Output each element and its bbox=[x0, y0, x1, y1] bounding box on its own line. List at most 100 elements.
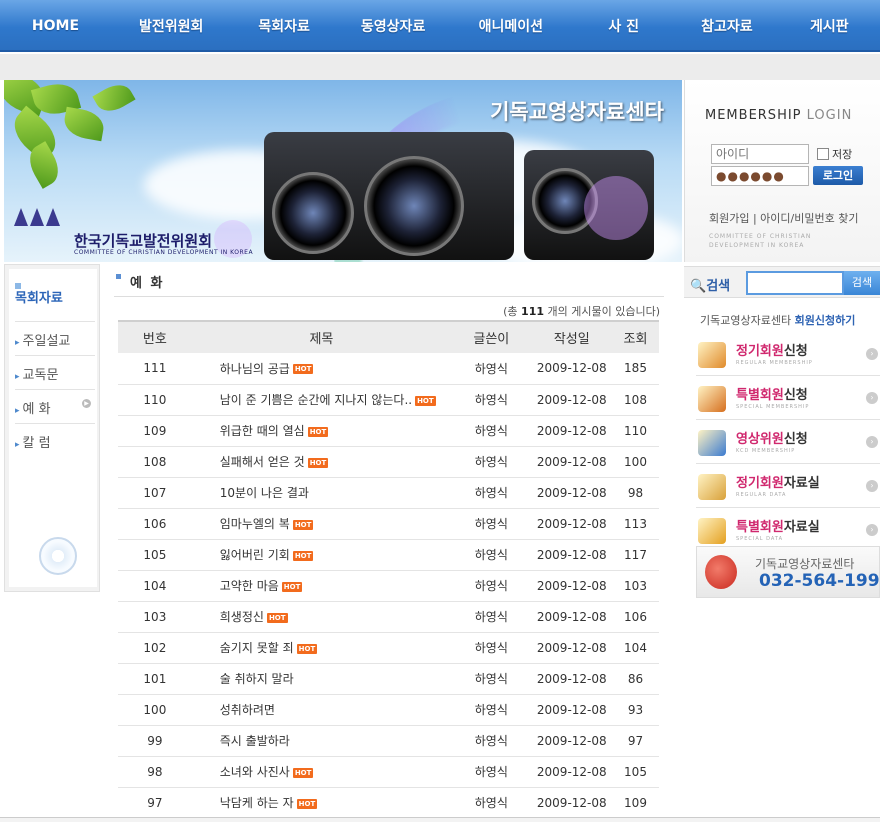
cell-date: 2009-12-08 bbox=[531, 415, 613, 447]
id-input[interactable] bbox=[711, 144, 809, 164]
sidebar-item-sermon[interactable]: 주일설교 bbox=[15, 321, 95, 351]
table-row[interactable]: 107 10분이 나은 결과 하영식 2009-12-08 98 bbox=[118, 477, 659, 509]
cell-views: 110 bbox=[612, 415, 659, 447]
board-table: 번호 제목 글쓴이 작성일 조회 111 하나님의 공급 HOT 하영식 2009-12-08 1… bbox=[118, 320, 659, 819]
cell-date: 2009-12-08 bbox=[531, 570, 613, 602]
cell-title[interactable]: 즉시 출발하라 bbox=[191, 725, 452, 757]
sidebar-item-column[interactable]: 칼 럼 bbox=[15, 423, 95, 453]
nav-item[interactable]: 목회자료 bbox=[231, 16, 336, 36]
nav-item[interactable]: 게시판 bbox=[779, 16, 880, 36]
table-row[interactable]: 101 술 취하지 말라 하영식 2009-12-08 86 bbox=[118, 663, 659, 695]
cell-views: 86 bbox=[612, 663, 659, 695]
board-title: 예 화 bbox=[116, 272, 164, 291]
search-box: 🔍검색 검색 bbox=[684, 266, 880, 298]
table-row[interactable]: 97 낙담케 하는 자 HOT 하영식 2009-12-08 109 bbox=[118, 787, 659, 819]
login-button[interactable]: 로그인 bbox=[813, 166, 863, 185]
cell-author: 하영식 bbox=[451, 353, 532, 385]
table-row[interactable]: 110 남이 준 기쁨은 순간에 지나지 않는다.. HOT 하영식 2009-12-0… bbox=[118, 384, 659, 416]
contact-number: 032-564-1991 bbox=[759, 571, 880, 591]
arrow-right-icon: › bbox=[866, 524, 878, 536]
telephone-icon bbox=[705, 555, 737, 589]
hot-badge: HOT bbox=[296, 643, 318, 654]
sidebar-item-illustrations[interactable]: 예 화▶ bbox=[15, 389, 95, 419]
password-input[interactable]: ●●●●●● bbox=[711, 166, 809, 186]
table-row[interactable]: 103 희생정신 HOT 하영식 2009-12-08 106 bbox=[118, 601, 659, 633]
table-row[interactable]: 100 성취하려면 하영식 2009-12-08 93 bbox=[118, 694, 659, 726]
cell-author: 하영식 bbox=[451, 787, 532, 819]
table-row[interactable]: 111 하나님의 공급 HOT 하영식 2009-12-08 185 bbox=[118, 353, 659, 385]
apply-link[interactable]: 회원신청하기 bbox=[795, 314, 856, 327]
column-header: 글쓴이 bbox=[451, 320, 532, 353]
table-row[interactable]: 99 즉시 출발하라 하영식 2009-12-08 97 bbox=[118, 725, 659, 757]
cell-title[interactable]: 성취하려면 bbox=[191, 694, 452, 726]
column-header: 작성일 bbox=[531, 320, 613, 353]
cell-title[interactable]: 임마누엘의 복 HOT bbox=[191, 508, 452, 540]
logo-korean-name: 한국기독교발전위원회 bbox=[74, 232, 213, 250]
nav-item[interactable]: 애니메이션 bbox=[450, 16, 572, 36]
cell-author: 하영식 bbox=[451, 446, 532, 478]
cell-title[interactable]: 고약한 마음 HOT bbox=[191, 570, 452, 602]
cell-no: 106 bbox=[118, 508, 192, 540]
cell-author: 하영식 bbox=[451, 725, 532, 757]
membership-menu-item[interactable]: 영상위원신청 KCD MEMBERSHIP › bbox=[696, 424, 880, 464]
hot-badge: HOT bbox=[266, 612, 288, 623]
nav-item[interactable]: 동영상자료 bbox=[337, 16, 450, 36]
menu-sub: REGULAR MEMBERSHIP bbox=[736, 360, 813, 366]
cell-title[interactable]: 숨기지 못할 죄 HOT bbox=[191, 632, 452, 664]
membership-icon bbox=[698, 430, 726, 456]
cell-author: 하영식 bbox=[451, 508, 532, 540]
cell-views: 98 bbox=[612, 477, 659, 509]
cell-no: 108 bbox=[118, 446, 192, 478]
nav-list: HOME 발전위원회 목회자료 동영상자료 애니메이션 사 진 참고자료 게시판 bbox=[0, 0, 880, 52]
nav-item[interactable]: 발전위원회 bbox=[111, 16, 232, 36]
account-links[interactable]: 회원가입 | 아이디/비밀번호 찾기 bbox=[709, 210, 858, 226]
search-input[interactable] bbox=[746, 271, 844, 295]
membership-menu-item[interactable]: 정기회원자료실 REGULAR DATA › bbox=[696, 468, 880, 508]
table-row[interactable]: 108 실패해서 얻은 것 HOT 하영식 2009-12-08 100 bbox=[118, 446, 659, 478]
cell-author: 하영식 bbox=[451, 415, 532, 447]
hot-badge: HOT bbox=[292, 519, 314, 530]
nav-item[interactable]: HOME bbox=[0, 18, 111, 34]
logo-english-name: COMMITTEE OF CHRISTIAN DEVELOPMENT IN KO… bbox=[74, 249, 254, 256]
table-row[interactable]: 106 임마누엘의 복 HOT 하영식 2009-12-08 113 bbox=[118, 508, 659, 540]
cell-title[interactable]: 10분이 나은 결과 bbox=[191, 477, 452, 509]
table-row[interactable]: 98 소녀와 사진사 HOT 하영식 2009-12-08 105 bbox=[118, 756, 659, 788]
table-row[interactable]: 109 위급한 때의 열심 HOT 하영식 2009-12-08 110 bbox=[118, 415, 659, 447]
sidebar-item-responsive-reading[interactable]: 교독문 bbox=[15, 355, 95, 385]
nav-item[interactable]: 참고자료 bbox=[675, 16, 778, 36]
cell-no: 109 bbox=[118, 415, 192, 447]
cell-title[interactable]: 위급한 때의 열심 HOT bbox=[191, 415, 452, 447]
cell-title[interactable]: 실패해서 얻은 것 HOT bbox=[191, 446, 452, 478]
cell-title[interactable]: 잃어버린 기회 HOT bbox=[191, 539, 452, 571]
login-title: MEMBERSHIP LOGIN bbox=[705, 108, 853, 123]
cell-title[interactable]: 술 취하지 말라 bbox=[191, 663, 452, 695]
cell-author: 하영식 bbox=[451, 694, 532, 726]
hot-badge: HOT bbox=[307, 457, 329, 468]
kcd-logo[interactable]: 한국기독교발전위원회 COMMITTEE OF CHRISTIAN DEVELO… bbox=[14, 208, 253, 256]
membership-menu-item[interactable]: 정기회원신청 REGULAR MEMBERSHIP › bbox=[696, 336, 880, 376]
cell-title[interactable]: 소녀와 사진사 HOT bbox=[191, 756, 452, 788]
login-english-caption: COMMITTEE OF CHRISTIAN DEVELOPMENT IN KOR… bbox=[709, 233, 812, 249]
menu-sub: KCD MEMBERSHIP bbox=[736, 448, 796, 454]
hot-badge: HOT bbox=[307, 426, 329, 437]
membership-menu-item[interactable]: 특별회원신청 SPECIAL MEMBERSHIP › bbox=[696, 380, 880, 420]
footer-line bbox=[0, 817, 880, 822]
table-row[interactable]: 105 잃어버린 기회 HOT 하영식 2009-12-08 117 bbox=[118, 539, 659, 571]
search-button[interactable]: 검색 bbox=[844, 271, 880, 295]
cell-views: 113 bbox=[612, 508, 659, 540]
cell-title[interactable]: 남이 준 기쁨은 순간에 지나지 않는다.. HOT bbox=[191, 384, 452, 416]
phone-contact: 기독교영상자료센타 032-564-1991 bbox=[696, 546, 880, 598]
banner-title: 기독교영상자료센타 bbox=[490, 100, 664, 124]
cell-no: 105 bbox=[118, 539, 192, 571]
cell-views: 105 bbox=[612, 756, 659, 788]
cell-title[interactable]: 하나님의 공급 HOT bbox=[191, 353, 452, 385]
table-row[interactable]: 104 고약한 마음 HOT 하영식 2009-12-08 103 bbox=[118, 570, 659, 602]
arrow-right-icon: › bbox=[866, 392, 878, 404]
cell-title[interactable]: 희생정신 HOT bbox=[191, 601, 452, 633]
cell-date: 2009-12-08 bbox=[531, 663, 613, 695]
save-id-checkbox[interactable]: 저장 bbox=[817, 146, 852, 162]
table-row[interactable]: 102 숨기지 못할 죄 HOT 하영식 2009-12-08 104 bbox=[118, 632, 659, 664]
checkbox-icon bbox=[817, 148, 829, 160]
nav-item[interactable]: 사 진 bbox=[572, 16, 675, 36]
cell-title[interactable]: 낙담케 하는 자 HOT bbox=[191, 787, 452, 819]
